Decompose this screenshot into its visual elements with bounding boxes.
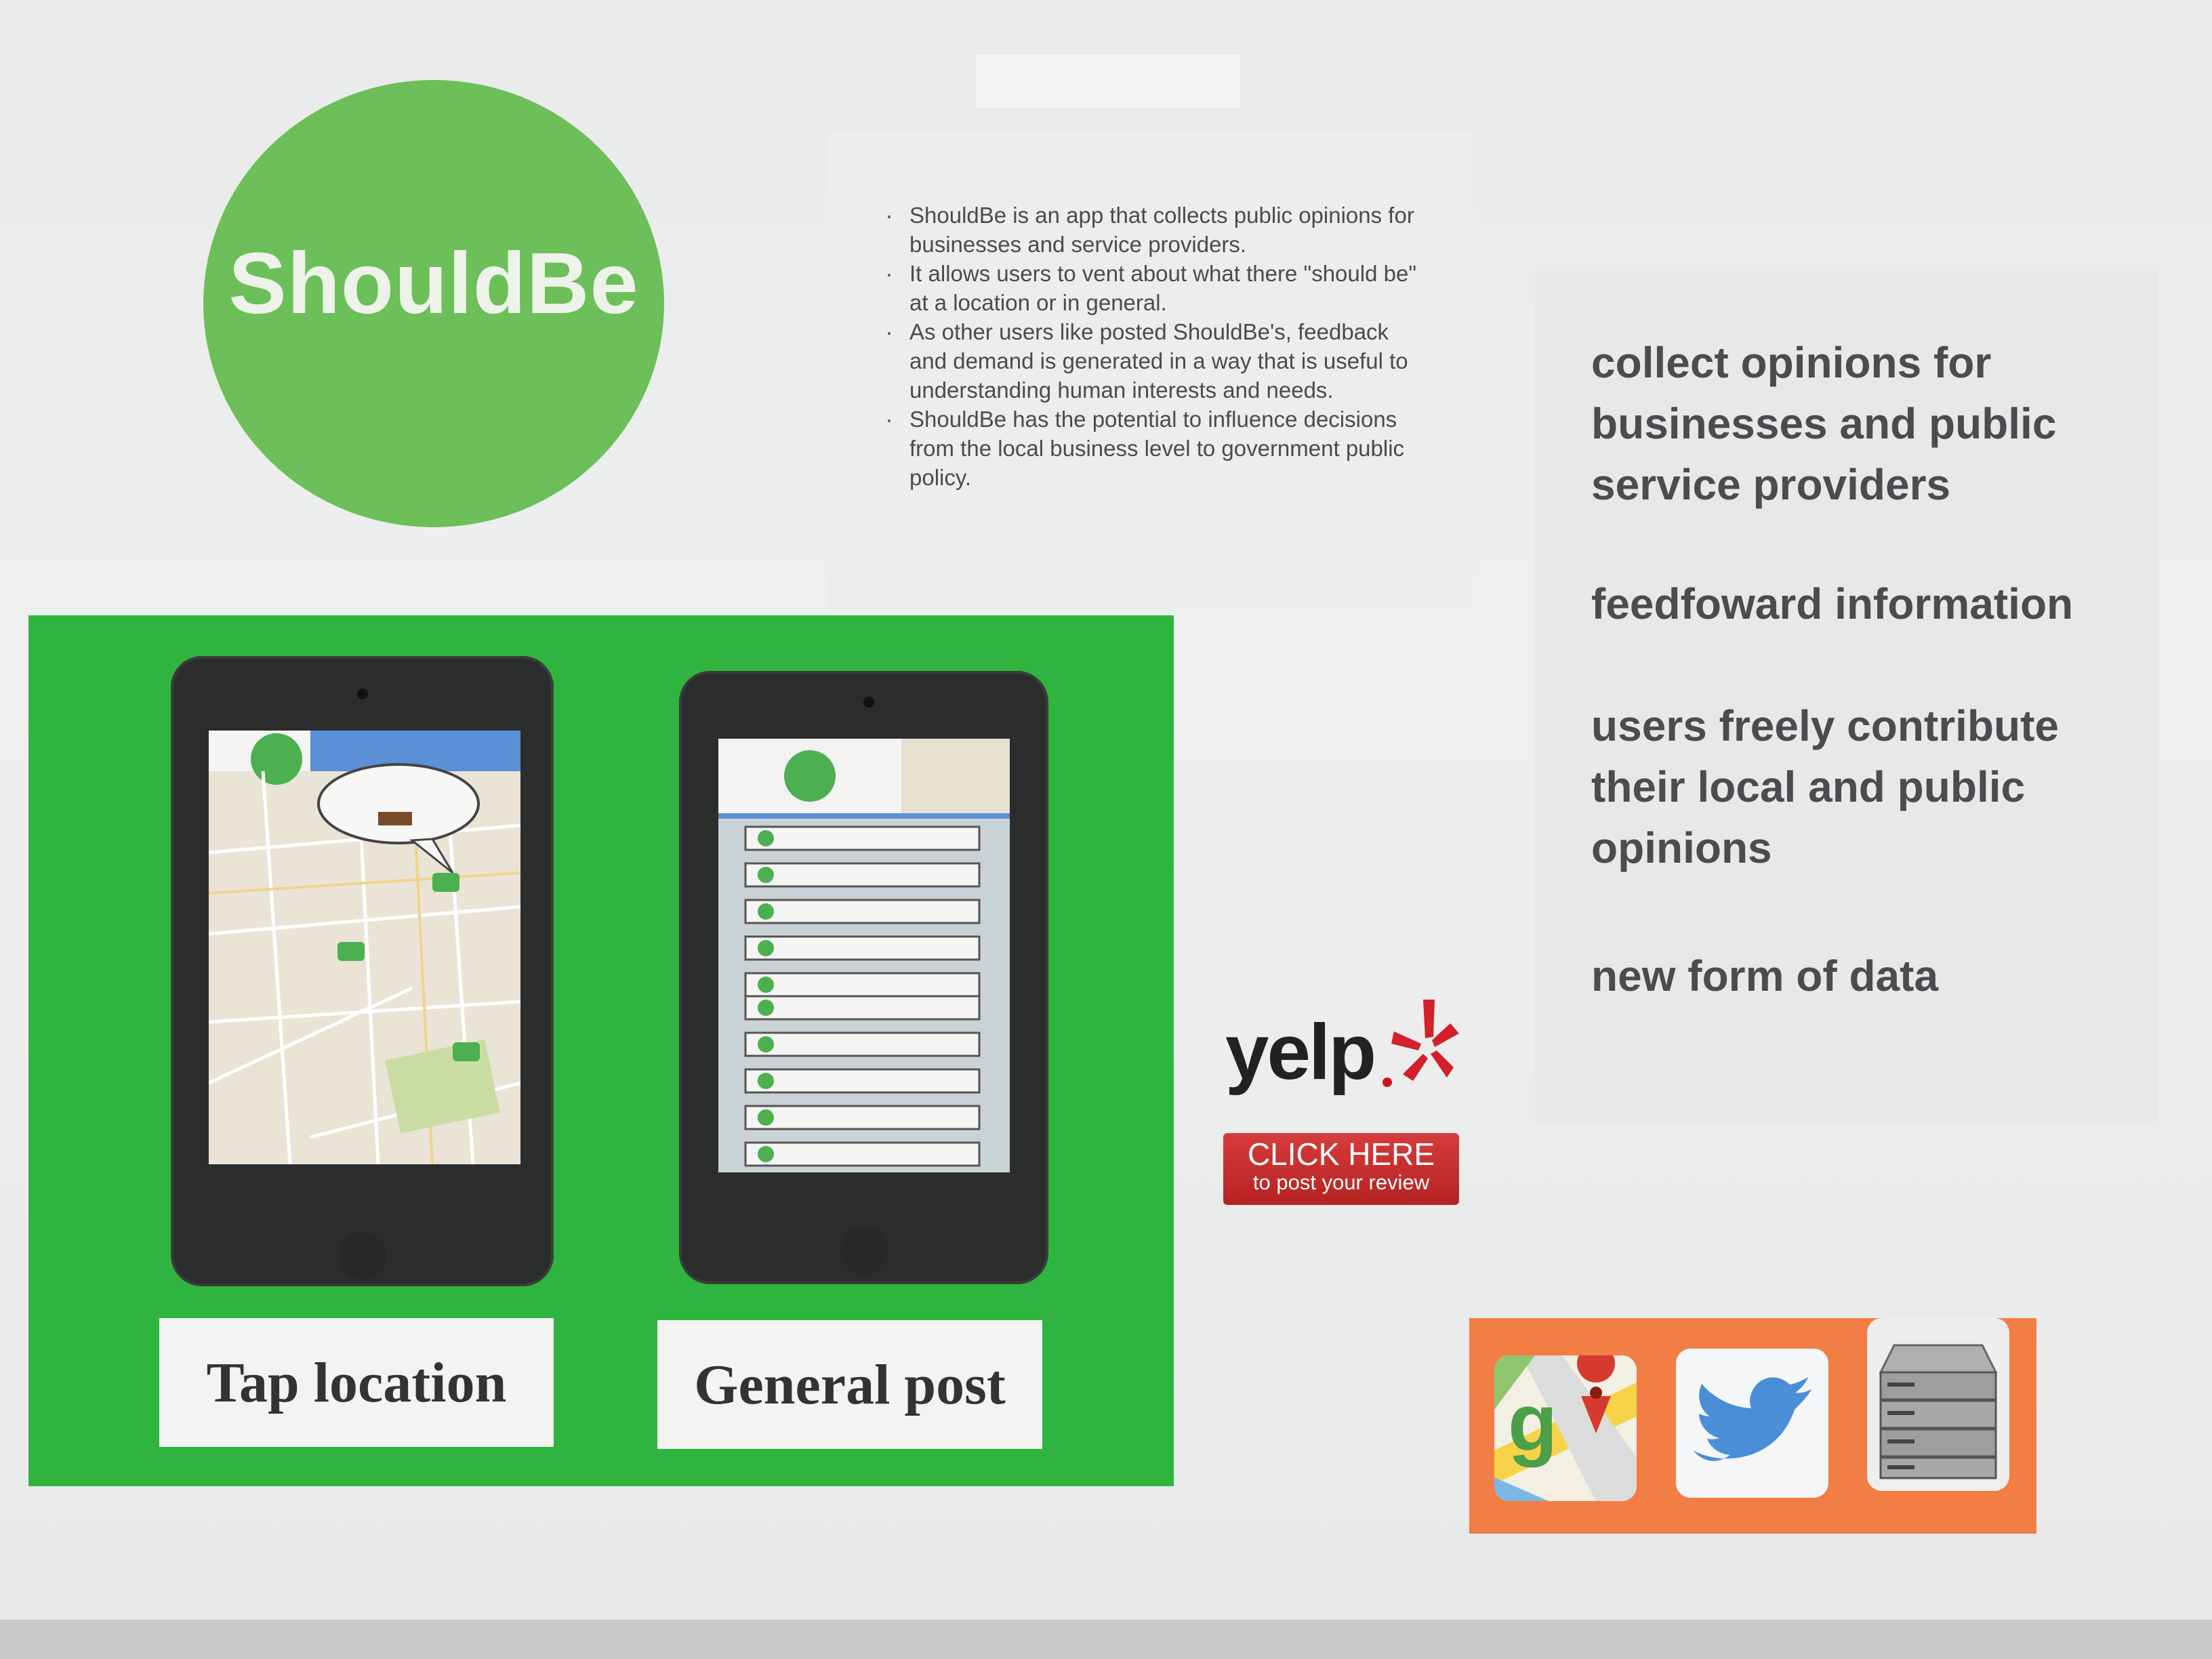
server-icon [1867, 1318, 2009, 1491]
tap-location-label: Tap location [159, 1318, 554, 1447]
map-illustration [209, 731, 520, 1164]
click-here-text: CLICK HERE [1247, 1136, 1435, 1172]
post-review-text: to post your review [1252, 1170, 1430, 1194]
description-item: ShouldBe is an app that collects public … [881, 201, 1423, 259]
general-post-label: General post [657, 1320, 1042, 1449]
key-point: feedfoward information [1591, 579, 2074, 628]
description-list: ShouldBe is an app that collects public … [881, 201, 1423, 492]
home-button [339, 1232, 386, 1279]
camera-dot [863, 697, 874, 708]
table-surface [0, 1620, 2212, 1659]
twitter-icon [1676, 1349, 1828, 1498]
description-item: ShouldBe has the potential to influence … [881, 405, 1423, 492]
click-here-button[interactable]: CLICK HERE to post your review [1223, 1133, 1459, 1205]
description-item: It allows users to vent about what there… [881, 259, 1423, 317]
key-point: users freely contribute their local and … [1591, 701, 2059, 872]
home-button [840, 1227, 888, 1274]
list-screen [718, 739, 1010, 1172]
yelp-logo-text: yelp [1225, 1008, 1376, 1096]
google-maps-icon: g [1494, 1355, 1637, 1501]
post-list-illustration [718, 739, 1010, 1172]
yelp-burst-icon [1391, 1000, 1459, 1081]
map-screen [209, 731, 520, 1164]
description-item: As other users like posted ShouldBe's, f… [881, 317, 1423, 405]
svg-text:g: g [1508, 1377, 1557, 1468]
tape-strip [976, 54, 1240, 108]
shouldbe-logo-text: ShouldBe [228, 235, 639, 332]
camera-dot [357, 689, 368, 699]
key-point: new form of data [1591, 951, 1939, 1000]
key-point: collect opinions for businesses and publ… [1591, 338, 2057, 509]
